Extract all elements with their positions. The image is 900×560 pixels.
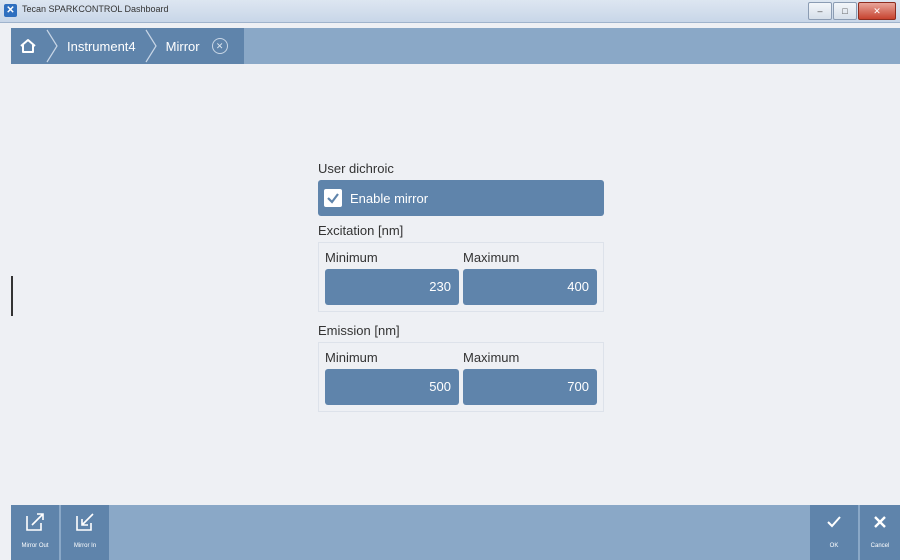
app-icon: ✕ xyxy=(4,4,17,17)
chevron-right-icon xyxy=(145,29,157,63)
enable-mirror-checkbox[interactable] xyxy=(324,189,342,207)
breadcrumb-bar: Instrument4 Mirror ✕ xyxy=(11,28,900,64)
excitation-max-label: Maximum xyxy=(463,250,520,265)
window-titlebar: ✕ Tecan SPARKCONTROL Dashboard – □ ✕ xyxy=(0,0,900,23)
splitter-handle[interactable] xyxy=(11,276,13,316)
mirror-out-label: Mirror Out xyxy=(21,543,49,549)
mirror-out-button[interactable]: Mirror Out xyxy=(11,505,59,560)
excitation-min-input[interactable]: 230 xyxy=(325,269,459,305)
close-window-button[interactable]: ✕ xyxy=(858,2,896,20)
excitation-label: Excitation [nm] xyxy=(318,223,404,238)
close-icon[interactable]: ✕ xyxy=(211,38,228,54)
cancel-button[interactable]: Cancel xyxy=(860,505,900,560)
enable-mirror-label: Enable mirror xyxy=(350,190,429,206)
emission-min-input[interactable]: 500 xyxy=(325,369,459,405)
enable-mirror-toggle[interactable]: Enable mirror xyxy=(318,180,604,216)
close-icon xyxy=(874,516,886,528)
emission-min-label: Minimum xyxy=(325,350,378,365)
mirror-settings-form: User dichroic Enable mirror Excitation [… xyxy=(318,158,604,420)
mirror-in-label: Mirror In xyxy=(73,543,97,549)
user-dichroic-label: User dichroic xyxy=(318,161,394,176)
maximize-button[interactable]: □ xyxy=(833,2,857,20)
ok-label: OK xyxy=(829,543,839,549)
window-controls: – □ ✕ xyxy=(808,2,896,20)
home-button[interactable] xyxy=(11,28,45,64)
breadcrumb-item-mirror: Mirror xyxy=(165,38,200,54)
ok-button[interactable]: OK xyxy=(810,505,858,560)
emission-max-label: Maximum xyxy=(463,350,520,365)
breadcrumb: Instrument4 Mirror ✕ xyxy=(11,28,244,64)
excitation-max-input[interactable]: 400 xyxy=(463,269,597,305)
checkmark-icon xyxy=(327,193,339,204)
bottom-toolbar: Mirror Out Mirror In OK Cancel xyxy=(11,505,900,560)
emission-group: Minimum 500 Maximum 700 xyxy=(318,342,604,412)
home-icon xyxy=(20,39,36,53)
emission-max-input[interactable]: 700 xyxy=(463,369,597,405)
cancel-label: Cancel xyxy=(870,543,890,549)
emission-label: Emission [nm] xyxy=(318,323,400,338)
excitation-group: Minimum 230 Maximum 400 xyxy=(318,242,604,312)
mirror-in-icon xyxy=(76,513,94,531)
mirror-out-icon xyxy=(26,513,44,531)
mirror-in-button[interactable]: Mirror In xyxy=(61,505,109,560)
breadcrumb-item-instrument[interactable]: Instrument4 xyxy=(59,39,144,54)
chevron-right-icon xyxy=(46,29,58,63)
check-icon xyxy=(827,516,841,528)
window-title: Tecan SPARKCONTROL Dashboard xyxy=(22,4,169,14)
excitation-min-label: Minimum xyxy=(325,250,378,265)
minimize-button[interactable]: – xyxy=(808,2,832,20)
